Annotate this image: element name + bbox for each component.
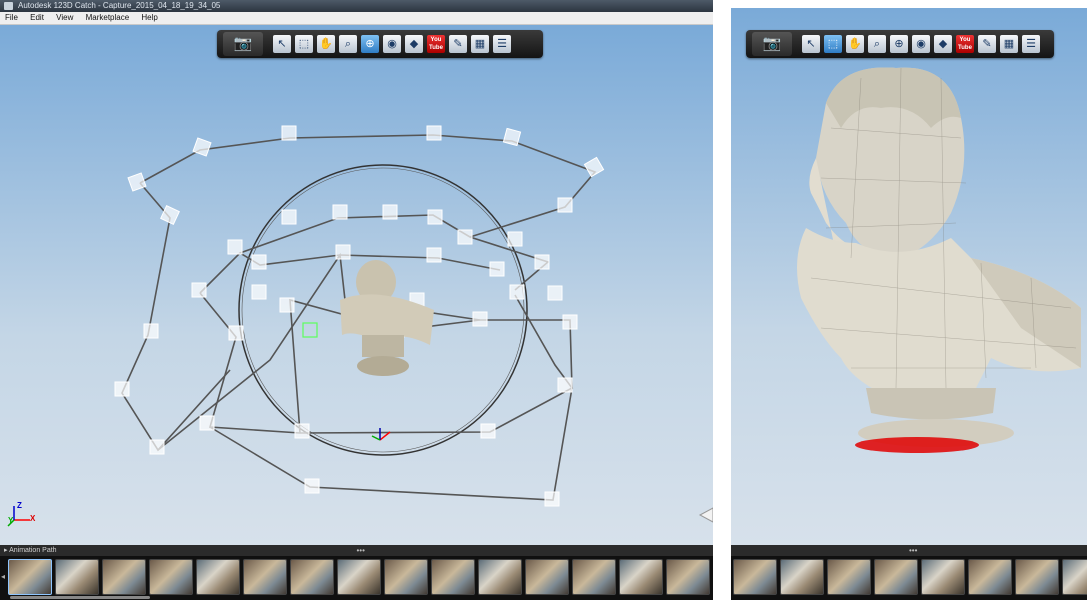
pen-tool-button[interactable]: ✎ — [978, 35, 996, 53]
filmstrip-scrollbar[interactable] — [10, 596, 150, 599]
photo-thumbnail[interactable] — [733, 559, 777, 595]
base-selection-highlight — [855, 437, 979, 453]
photo-thumbnail[interactable] — [337, 559, 381, 595]
orbit-tool-button[interactable]: ⊕ — [361, 35, 379, 53]
photo-thumbnail[interactable] — [149, 559, 193, 595]
origin-gizmo — [371, 428, 391, 441]
photo-thumbnail[interactable] — [780, 559, 824, 595]
bust-scene[interactable] — [731, 8, 1087, 545]
photo-thumbnail[interactable] — [572, 559, 616, 595]
view-cube-corner — [698, 507, 713, 523]
camera-path-scene[interactable] — [0, 25, 713, 545]
main-toolbar: 📷 ↖ ⬚ ✋ ⌕ ⊕ ◉ ◆ You Tube ✎ ▦ ☰ — [217, 30, 543, 58]
camera-icon[interactable]: 📷 — [752, 32, 792, 56]
notes-tool-button[interactable]: ☰ — [493, 35, 511, 53]
photo-thumbnail[interactable] — [1062, 559, 1087, 595]
photo-thumbnail[interactable] — [431, 559, 475, 595]
menu-edit[interactable]: Edit — [25, 12, 49, 24]
notes-tool-button[interactable]: ☰ — [1022, 35, 1040, 53]
filmstrip-resize-handle[interactable]: ••• — [909, 545, 917, 556]
youtube-tool-button[interactable]: You Tube — [427, 35, 445, 53]
photo-thumbnail[interactable] — [874, 559, 918, 595]
photo-thumbnail[interactable] — [102, 559, 146, 595]
menu-file[interactable]: File — [0, 12, 23, 24]
youtube-tool-button[interactable]: You Tube — [956, 35, 974, 53]
photo-thumbnail[interactable] — [827, 559, 871, 595]
lasso-select-tool-button[interactable]: ⬚ — [295, 35, 313, 53]
thumbnail-row — [8, 559, 713, 595]
right-window: ••• — [731, 0, 1087, 600]
chevron-left-icon[interactable]: ◂ — [1, 572, 5, 581]
camera-icon[interactable]: 📷 — [223, 32, 263, 56]
pen-tool-button[interactable]: ✎ — [449, 35, 467, 53]
camera-view-tool-button[interactable]: ◉ — [912, 35, 930, 53]
share-tool-button[interactable]: ◆ — [934, 35, 952, 53]
photo-thumbnail[interactable] — [55, 559, 99, 595]
photo-thumbnail[interactable] — [619, 559, 663, 595]
axis-y-label: Y — [8, 516, 14, 525]
bust-model — [340, 260, 434, 376]
filmstrip-header: ••• — [731, 545, 1087, 556]
photo-thumbnail[interactable] — [384, 559, 428, 595]
axis-z-label: Z — [17, 501, 22, 510]
pan-tool-button[interactable]: ✋ — [317, 35, 335, 53]
photo-thumbnail[interactable] — [921, 559, 965, 595]
app-icon — [4, 2, 13, 10]
photo-thumbnail[interactable] — [968, 559, 1012, 595]
photo-thumbnail[interactable] — [290, 559, 334, 595]
animation-path-header[interactable]: ▸ Animation Path ••• — [0, 545, 713, 556]
lasso-select-tool-button[interactable]: ⬚ — [824, 35, 842, 53]
axis-x-label: X — [30, 514, 36, 523]
left-window: Autodesk 123D Catch - Capture_2015_04_18… — [0, 0, 713, 600]
menu-help[interactable]: Help — [136, 12, 162, 24]
orbit-tool-button[interactable]: ⊕ — [890, 35, 908, 53]
pan-tool-button[interactable]: ✋ — [846, 35, 864, 53]
bust-model — [797, 67, 1081, 453]
select-tool-button[interactable]: ↖ — [802, 35, 820, 53]
window-title: Autodesk 123D Catch - Capture_2015_04_18… — [18, 1, 221, 10]
photo-thumbnail[interactable] — [1015, 559, 1059, 595]
3d-viewport[interactable]: X Y Z — [0, 25, 713, 545]
photo-thumbnail[interactable] — [478, 559, 522, 595]
model-viewport[interactable] — [731, 8, 1087, 545]
filmstrip-resize-handle[interactable]: ••• — [357, 545, 365, 556]
share-tool-button[interactable]: ◆ — [405, 35, 423, 53]
zoom-tool-button[interactable]: ⌕ — [339, 35, 357, 53]
photo-thumbnail[interactable] — [525, 559, 569, 595]
filmstrip: ••• — [731, 545, 1087, 600]
photo-thumbnail[interactable] — [666, 559, 710, 595]
thumbnail-row — [733, 559, 1087, 595]
filmstrip: ▸ Animation Path ••• ◂ — [0, 545, 713, 600]
window-title-bar: Autodesk 123D Catch - Capture_2015_04_18… — [0, 0, 713, 12]
photo-thumbnail[interactable] — [8, 559, 52, 595]
select-tool-button[interactable]: ↖ — [273, 35, 291, 53]
export-tool-button[interactable]: ▦ — [1000, 35, 1018, 53]
menu-view[interactable]: View — [51, 12, 78, 24]
export-tool-button[interactable]: ▦ — [471, 35, 489, 53]
menu-marketplace[interactable]: Marketplace — [81, 12, 135, 24]
selected-camera — [302, 322, 318, 338]
photo-thumbnail[interactable] — [196, 559, 240, 595]
camera-view-tool-button[interactable]: ◉ — [383, 35, 401, 53]
main-toolbar-right: 📷 ↖ ⬚ ✋ ⌕ ⊕ ◉ ◆ You Tube ✎ ▦ ☰ — [746, 30, 1054, 58]
animation-path-label: Animation Path — [9, 547, 57, 554]
zoom-tool-button[interactable]: ⌕ — [868, 35, 886, 53]
photo-thumbnail[interactable] — [243, 559, 287, 595]
menu-bar: File Edit View Marketplace Help — [0, 12, 713, 25]
